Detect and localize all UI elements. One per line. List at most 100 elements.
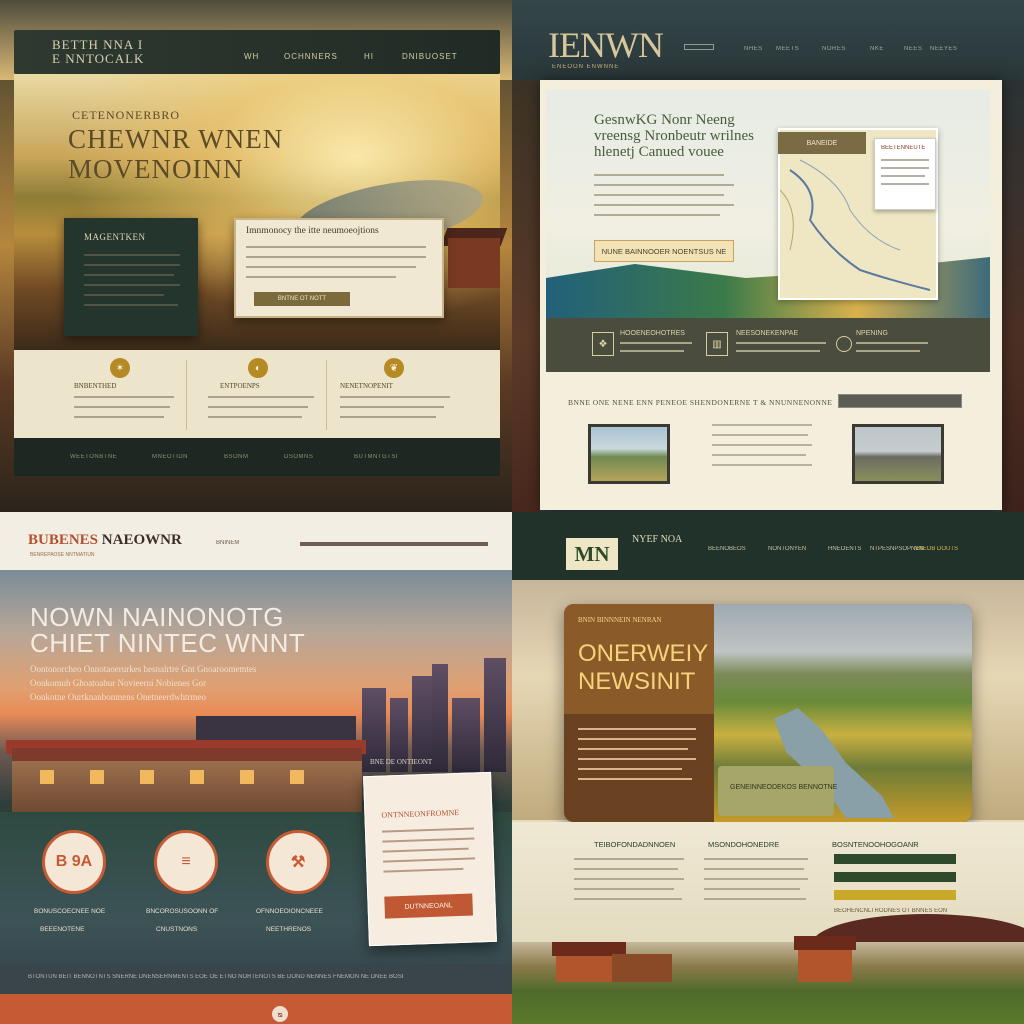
sun-icon: ✶ (110, 358, 130, 378)
gallery-image[interactable] (588, 424, 670, 484)
hero-title-line-1: NOWN NAINONOTG (30, 604, 284, 632)
hero-title-line-1: CHEWNR WNEN (68, 124, 284, 154)
nav-link[interactable]: WH (244, 52, 259, 61)
menu-icon: ≡ (154, 830, 218, 894)
nav-search-box[interactable] (684, 44, 714, 50)
hero-caption: BNE DE ONTIEONT (370, 758, 433, 766)
nav-links[interactable] (300, 542, 488, 546)
image-caption-card[interactable]: GENEINNEODEKOS BENNOTNE (718, 766, 837, 816)
window (240, 770, 254, 784)
nav-link[interactable]: MEETS (776, 46, 799, 52)
badge-caption: BEEENOTENE (40, 926, 85, 933)
footer-link[interactable]: BUTMNTGTSI (354, 454, 398, 460)
site-logo[interactable]: IENWN (548, 26, 663, 64)
window (90, 770, 104, 784)
light-card-title: Imnmonocy the itte neumoeojtions (246, 226, 379, 236)
badge-caption: CNUSTNONS (156, 926, 198, 933)
gallery-image[interactable] (852, 424, 944, 484)
nav-link[interactable]: OCHNNERS (284, 52, 338, 61)
nav-link[interactable]: DNIBUOSET (402, 52, 458, 61)
hero-title-line-2: MOVENOINN (68, 154, 244, 184)
promo-button[interactable]: DUTNNEOANL (384, 893, 473, 919)
footer-link[interactable]: MNEOTIDN (152, 454, 188, 460)
brand-subtitle: BENREPAOSE NNTMATIUN (30, 552, 95, 558)
badge-caption: BONUSCOECNEE NOE (34, 908, 106, 915)
hero-subtitle-line-3: Oonkotne Ourtknanbonmens Onetneerdwhtrme… (30, 692, 206, 702)
compass-icon: ◐ (248, 358, 268, 378)
progress-bar (834, 872, 956, 882)
footer-logo-icon[interactable]: ᴓ (272, 1006, 288, 1022)
promo-title: ONTNNEONFROMNE (381, 807, 460, 820)
band-item-title: NEESONEKENPAE (736, 330, 799, 337)
building-icon: ▥ (706, 332, 728, 356)
nav-link[interactable]: BEENOBEOS (708, 546, 746, 552)
nav-link[interactable]: HI (364, 52, 374, 61)
feature-title: ENTPOENPS (220, 382, 260, 390)
hero-title: GesnwKG Nonr Neeng vreensg Nronbeutr wri… (594, 112, 754, 160)
nav-link[interactable]: NONTONYEN (768, 546, 806, 552)
mockup-q2: IENWN ENEOON ENWNNE NHES MEETS NORES NKE… (512, 0, 1024, 512)
map-note-title: BEETENNEUTE (881, 145, 926, 151)
hero-subtitle: Oontonorcheo Onnotaoerurkes hesnalrtre G… (30, 662, 256, 704)
hero-title-line-1: GesnwKG Nonr Neeng (594, 112, 735, 128)
nav-link[interactable]: NEES (904, 46, 922, 52)
farmhouse (448, 238, 500, 288)
divider (326, 360, 327, 430)
mockup-q1: BETTH NNA I E NNTOCALK WH OCHNNERS HI DN… (0, 0, 512, 512)
site-logo[interactable]: BETTH NNA I E NNTOCALK (52, 38, 144, 66)
footer-bar (0, 994, 512, 1024)
leaf-icon: ❦ (384, 358, 404, 378)
hero-title-line-1: ONERWEIY (578, 640, 709, 667)
mockup-q3: BUBENES NAEOWNR BENREPAOSE NNTMATIUN BNI… (0, 512, 512, 1024)
top-nav: BETTH NNA I E NNTOCALK WH OCHNNERS HI DN… (14, 30, 500, 74)
features-row: ✶ ◐ ❦ BNBENTHED ENTPOENPS NENETNOPENIT (14, 350, 500, 438)
nav-link[interactable]: NKE (870, 46, 884, 52)
nav-link[interactable]: NHES (744, 46, 763, 52)
logo-line-1: BETTH NNA I (52, 38, 144, 52)
barn-roof (794, 936, 856, 950)
site-logo[interactable]: BUBENES NAEOWNR (28, 532, 182, 549)
footer: BTONTUN BEIT BENNOTNTS SNERNE DNENSERNME… (0, 964, 512, 994)
window (190, 770, 204, 784)
promo-card: ONTNNEONFROMNE DUTNNEOANL (363, 771, 497, 947)
map-label[interactable]: BANEIDE (778, 132, 866, 154)
skyscraper (432, 664, 448, 772)
feature-title: NENETNOPENIT (340, 382, 393, 390)
logo-title: NYEF NOA (632, 534, 683, 545)
hero-subtitle-line-1: Oontonorcheo Onnotaoerurkes hesnalrtre G… (30, 664, 257, 674)
barn (798, 948, 852, 982)
dark-card-title: MAGENTKEN (84, 232, 146, 242)
nav-link[interactable]: BNINEM (216, 540, 239, 546)
features-band: ❖ HOOENEOHOTRES ▥ NEESONEKENPAE NPENING (546, 318, 990, 372)
hero-title: NOWN NAINONOTG CHIET NINTEC WNNT (30, 604, 305, 656)
skyscraper (452, 698, 480, 772)
band-item-title: HOOENEOHOTRES (620, 330, 685, 337)
document-icon: ❖ (592, 332, 614, 356)
column-title: TEIBOFONDADNNOEN (594, 840, 676, 849)
badge-icon: B 9A (42, 830, 106, 894)
nav-link-active[interactable]: NNEOB DOUTS (914, 546, 958, 552)
slider-control[interactable] (838, 394, 962, 408)
section-title: BNNE ONE NENE ENN PENEOE SHENDONERNE T &… (568, 398, 833, 407)
footer-bar: WEETONBTNE MNEOTIDN BSONM DSOMNS BUTMNTG… (14, 438, 500, 476)
hero-cta-button[interactable]: NUNE BAINNOOER NOENTSUS NE (594, 240, 734, 262)
light-card-button[interactable]: BNTNE OT NOTT (254, 292, 350, 306)
side-decoration (512, 80, 540, 512)
tool-icon: ⚒ (266, 830, 330, 894)
column-title: MSONDOHONEDRE (708, 840, 780, 849)
progress-bar (834, 890, 956, 900)
barn (612, 954, 672, 982)
nav-link[interactable]: HNEOENTS (828, 546, 861, 552)
footer-text: BTONTUN BEIT BENNOTNTS SNERNE DNENSERNME… (28, 974, 404, 980)
footer-link[interactable]: DSOMNS (284, 454, 313, 460)
footer-link[interactable]: WEETONBTNE (70, 454, 117, 460)
side-decoration (1002, 80, 1024, 512)
brand-part-a: BUBENES (28, 532, 99, 548)
column-title: BOSNTENOOHOGOANR (832, 840, 919, 849)
hero-title-line-3: hlenetj Canued vouee (594, 144, 724, 160)
badge-caption: BNCOROSUSOONN OF (146, 908, 219, 915)
footer-link[interactable]: BSONM (224, 454, 249, 460)
site-logo[interactable]: MN (564, 536, 620, 572)
nav-link[interactable]: NEEYES (930, 46, 957, 52)
nav-link[interactable]: NORES (822, 46, 846, 52)
